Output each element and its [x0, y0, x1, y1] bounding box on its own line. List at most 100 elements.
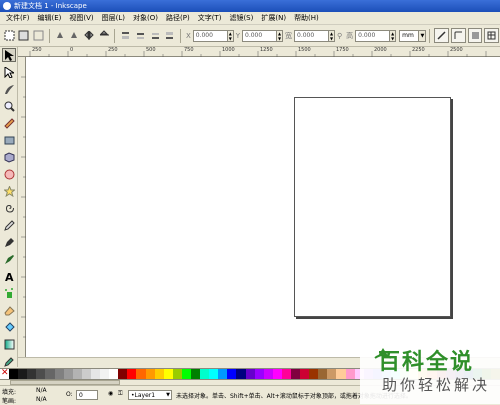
ellipse-icon[interactable] [2, 167, 16, 181]
menu-help[interactable]: 帮助(H) [290, 13, 323, 23]
color-swatch[interactable] [318, 369, 328, 379]
visibility-icon[interactable]: ◉ [108, 390, 113, 397]
menu-text[interactable]: 文字(T) [194, 13, 226, 23]
document-page[interactable] [294, 97, 451, 317]
scale-stroke-icon[interactable] [434, 28, 450, 43]
color-swatch[interactable] [200, 369, 210, 379]
selector-icon[interactable] [2, 48, 16, 62]
node-icon[interactable] [2, 65, 16, 79]
color-swatch[interactable] [272, 369, 282, 379]
color-swatch[interactable] [163, 369, 173, 379]
drawing-canvas[interactable] [26, 57, 500, 357]
x-input[interactable]: 0.000 [192, 29, 228, 42]
color-swatch[interactable] [109, 369, 119, 379]
raise-to-top-icon[interactable] [119, 29, 132, 42]
star-icon[interactable] [2, 184, 16, 198]
menu-layer[interactable]: 图层(L) [98, 13, 129, 23]
color-swatch[interactable] [218, 369, 228, 379]
measure-icon[interactable] [2, 116, 16, 130]
move-patterns-icon[interactable] [484, 28, 499, 43]
3dbox-icon[interactable] [2, 150, 16, 164]
x-spinner[interactable]: ▲ ▼ [227, 29, 234, 42]
calligraphy-icon[interactable] [2, 252, 16, 266]
unit-select[interactable]: mm ▼ [399, 29, 427, 42]
color-swatch[interactable] [236, 369, 246, 379]
lower-icon[interactable] [149, 29, 162, 42]
gradient-icon[interactable] [2, 337, 16, 351]
spray-icon[interactable] [2, 286, 16, 300]
eraser-icon[interactable] [2, 303, 16, 317]
flip-horizontal-icon[interactable] [83, 29, 96, 42]
color-swatch[interactable] [263, 369, 273, 379]
menu-edit[interactable]: 编辑(E) [34, 13, 66, 23]
color-swatch[interactable] [54, 369, 64, 379]
opacity-input[interactable]: 0 [76, 390, 98, 400]
deselect-icon[interactable] [32, 29, 45, 42]
color-swatch[interactable] [309, 369, 319, 379]
width-input[interactable]: 0.000 [294, 29, 330, 42]
menu-extensions[interactable]: 扩展(N) [257, 13, 290, 23]
y-input[interactable]: 0.000 [242, 29, 278, 42]
scale-corners-icon[interactable] [451, 28, 466, 43]
y-spinner[interactable]: ▲ ▼ [277, 29, 283, 42]
rotate-cw-icon[interactable] [69, 29, 82, 42]
rect-icon[interactable] [2, 133, 16, 147]
select-all-layers-icon[interactable] [18, 29, 31, 42]
layer-lock-icon[interactable]: ⚿ [118, 390, 123, 398]
menu-object[interactable]: 对象(O) [129, 13, 162, 23]
color-swatch[interactable] [227, 369, 237, 379]
no-paint-swatch[interactable] [0, 368, 10, 379]
color-swatch[interactable] [100, 369, 110, 379]
height-input[interactable]: 0.000 [355, 29, 391, 42]
lock-icon[interactable]: ⚲ [337, 32, 342, 40]
color-swatch[interactable] [209, 369, 219, 379]
text-icon[interactable]: A [2, 269, 16, 283]
color-swatch[interactable] [254, 369, 264, 379]
color-swatch[interactable] [327, 369, 337, 379]
color-swatch[interactable] [9, 369, 19, 379]
color-swatch[interactable] [72, 369, 82, 379]
color-swatch[interactable] [300, 369, 310, 379]
width-spinner[interactable]: ▲ ▼ [329, 29, 335, 42]
color-swatch[interactable] [27, 369, 37, 379]
pen-icon[interactable] [2, 235, 16, 249]
color-swatch[interactable] [181, 369, 191, 379]
color-swatch[interactable] [154, 369, 164, 379]
color-swatch[interactable] [281, 369, 291, 379]
color-swatch[interactable] [127, 369, 137, 379]
color-swatch[interactable] [172, 369, 182, 379]
layer-select[interactable]: •Layer1 ▼ [128, 390, 172, 400]
color-swatch[interactable] [245, 369, 255, 379]
vertical-ruler[interactable] [18, 57, 26, 357]
menu-filters[interactable]: 滤镜(S) [225, 13, 257, 23]
color-swatch[interactable] [81, 369, 91, 379]
raise-icon[interactable] [134, 29, 147, 42]
menu-view[interactable]: 视图(V) [65, 13, 97, 23]
color-swatch[interactable] [345, 369, 355, 379]
pencil-icon[interactable] [2, 218, 16, 232]
color-swatch[interactable] [190, 369, 201, 379]
color-swatch[interactable] [63, 369, 73, 379]
dropper-icon[interactable] [2, 354, 16, 368]
color-swatch[interactable] [45, 369, 55, 379]
color-swatch[interactable] [291, 369, 301, 379]
color-swatch[interactable] [145, 369, 155, 379]
lower-to-bottom-icon[interactable] [163, 29, 176, 42]
select-all-icon[interactable] [3, 29, 16, 42]
color-swatch[interactable] [136, 369, 146, 379]
height-spinner[interactable]: ▲ ▼ [390, 29, 397, 42]
color-swatch[interactable] [336, 369, 346, 379]
color-swatch[interactable] [118, 369, 128, 379]
move-gradients-icon[interactable] [467, 28, 483, 43]
horizontal-ruler[interactable]: 250 0 250 500 750 1000 1250 1500 1750 20… [18, 47, 500, 57]
zoom-icon[interactable] [2, 99, 16, 113]
rotate-ccw-icon[interactable] [54, 29, 67, 42]
color-swatch[interactable] [36, 369, 46, 379]
tweak-icon[interactable] [2, 82, 16, 96]
color-swatch[interactable] [18, 369, 28, 379]
menu-path[interactable]: 路径(P) [162, 13, 194, 23]
spiral-icon[interactable] [2, 201, 16, 215]
flip-vertical-icon[interactable] [98, 29, 111, 42]
color-swatch[interactable] [90, 369, 101, 379]
paint-bucket-icon[interactable] [2, 320, 16, 334]
